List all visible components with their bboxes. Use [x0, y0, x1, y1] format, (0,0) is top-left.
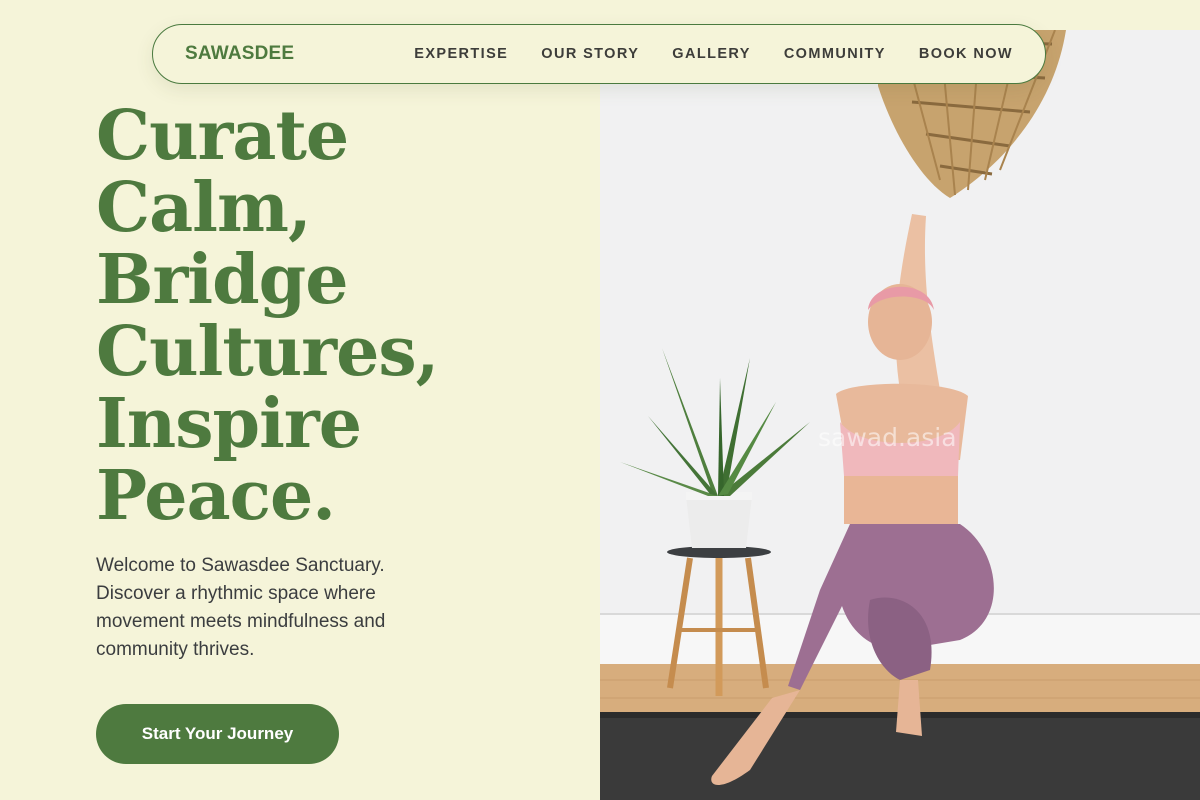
nav-link-gallery[interactable]: GALLERY [672, 46, 751, 62]
top-navigation: SAWASDEE EXPERTISE OUR STORY GALLERY COM… [152, 24, 1046, 84]
yoga-photo-illustration: sawad.asia [600, 30, 1200, 800]
hero-title-line: Bridge [96, 240, 349, 320]
hero-title-line: Cultures, [96, 312, 439, 392]
hero-image: sawad.asia [600, 30, 1200, 800]
hero-title: Curate Calm, Bridge Cultures, Inspire Pe… [96, 100, 576, 532]
nav-link-community[interactable]: COMMUNITY [784, 46, 886, 62]
nav-links: EXPERTISE OUR STORY GALLERY COMMUNITY BO… [414, 46, 1013, 62]
hero-title-line: Inspire [96, 384, 362, 464]
hero-title-line: Curate [96, 96, 349, 176]
nav-link-book-now[interactable]: BOOK NOW [919, 46, 1013, 62]
hero-title-line: Peace. [96, 456, 336, 536]
hero-description: Welcome to Sawasdee Sanctuary. Discover … [96, 555, 386, 660]
start-journey-button[interactable]: Start Your Journey [96, 704, 339, 764]
nav-link-expertise[interactable]: EXPERTISE [414, 46, 508, 62]
nav-link-our-story[interactable]: OUR STORY [541, 46, 639, 62]
brand-logo[interactable]: SAWASDEE [185, 43, 294, 65]
hero-title-line: Calm, [96, 168, 312, 248]
watermark-text: sawad.asia [818, 423, 957, 452]
